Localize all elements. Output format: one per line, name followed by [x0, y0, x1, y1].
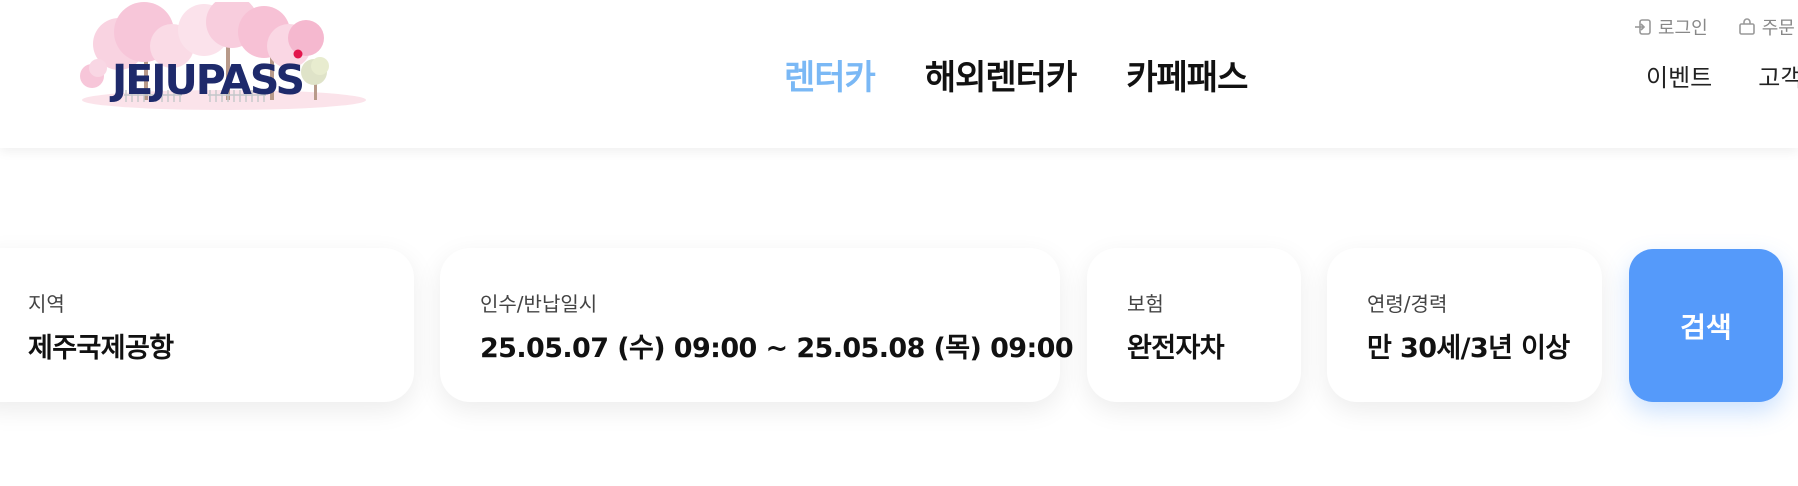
- logo-wordmark: JEJUPASS: [112, 56, 305, 104]
- login-label: 로그인: [1658, 18, 1708, 39]
- customer-support-link[interactable]: 고객: [1758, 58, 1798, 93]
- order-label: 주문: [1761, 18, 1795, 39]
- insurance-value: 완전자차: [1127, 333, 1225, 364]
- sub-nav: 이벤트 고객: [1646, 58, 1798, 93]
- datetime-value: 25.05.07 (수) 09:00 ~ 25.05.08 (목) 09:00: [480, 333, 1074, 364]
- login-link[interactable]: 로그인: [1634, 14, 1708, 40]
- nav-overseas-rentcar[interactable]: 해외렌터카: [925, 50, 1077, 99]
- age-experience-selector[interactable]: 연령/경력 만 30세/3년 이상: [1327, 248, 1602, 402]
- nav-cafepass[interactable]: 카페패스: [1126, 50, 1248, 99]
- insurance-label: 보험: [1127, 292, 1164, 316]
- region-selector[interactable]: 지역 제주국제공항: [0, 248, 414, 402]
- insurance-selector[interactable]: 보험 완전자차: [1087, 248, 1301, 402]
- search-button[interactable]: 검색: [1629, 249, 1783, 402]
- nav-rentcar[interactable]: 렌터카: [784, 50, 876, 99]
- order-link[interactable]: 주문: [1738, 14, 1795, 40]
- region-label: 지역: [28, 292, 65, 316]
- region-value: 제주국제공항: [28, 333, 174, 364]
- age-label: 연령/경력: [1367, 292, 1448, 316]
- age-value: 만 30세/3년 이상: [1367, 333, 1570, 364]
- utility-links: 로그인 주문: [1634, 14, 1795, 40]
- shopping-bag-icon: [1738, 18, 1755, 35]
- site-header: JEJUPASS 렌터카 해외렌터카 카페패스 로그인 주문 이벤트 고객: [0, 0, 1798, 148]
- jejupass-logo[interactable]: JEJUPASS: [74, 2, 374, 120]
- event-link[interactable]: 이벤트: [1646, 58, 1712, 93]
- login-icon: [1635, 19, 1651, 35]
- main-nav: 렌터카 해외렌터카 카페패스: [784, 50, 1248, 99]
- rental-datetime-selector[interactable]: 인수/반납일시 25.05.07 (수) 09:00 ~ 25.05.08 (목…: [440, 248, 1074, 402]
- datetime-label: 인수/반납일시: [480, 292, 598, 316]
